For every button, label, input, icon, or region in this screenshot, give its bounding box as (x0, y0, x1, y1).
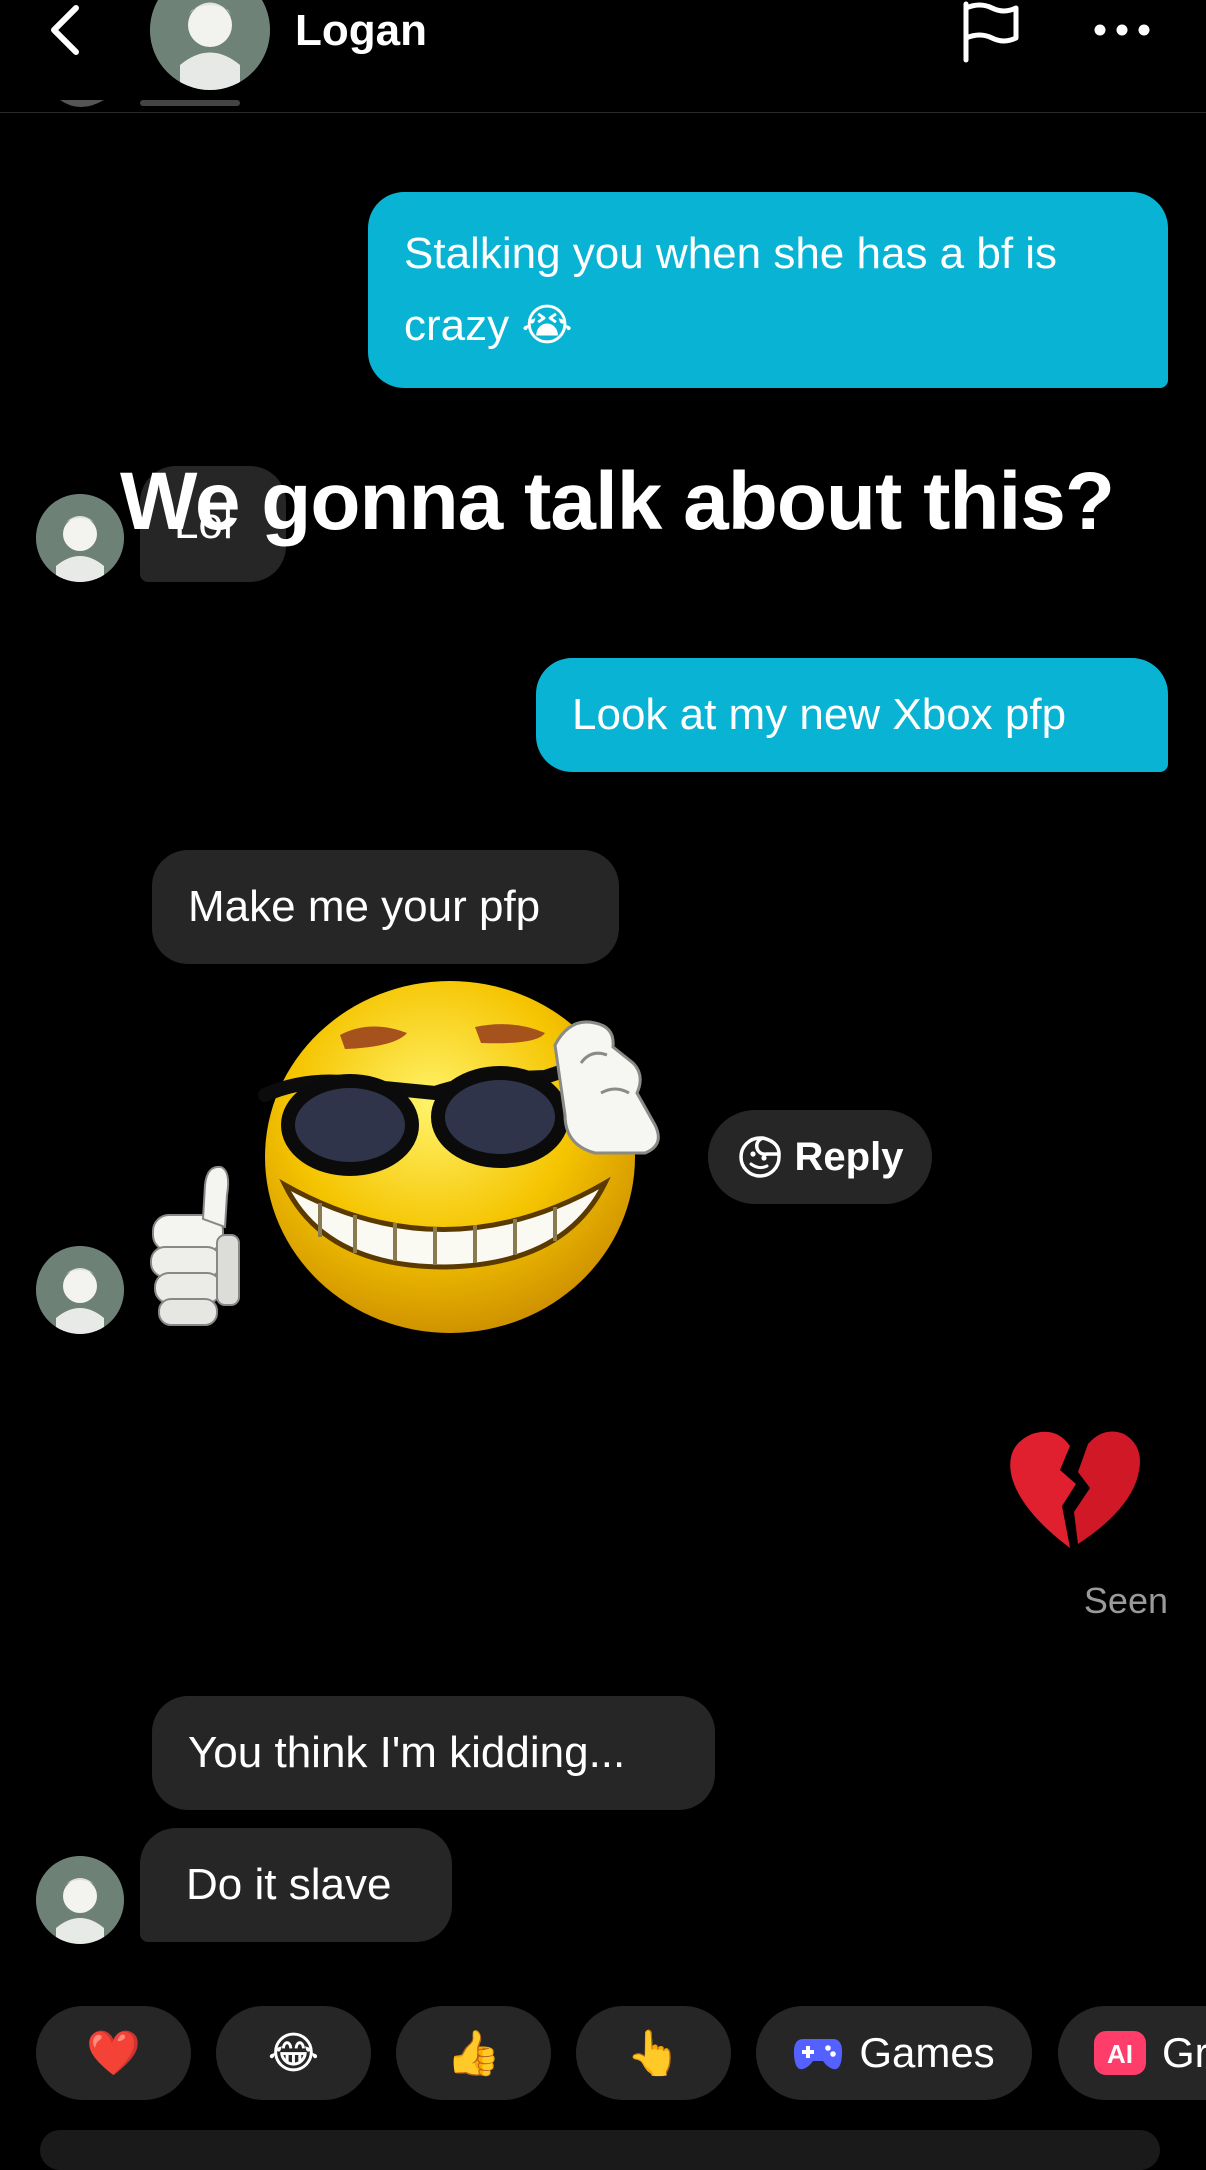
sticker-message[interactable] (145, 975, 690, 1340)
cool-emoji-sticker (150, 981, 660, 1333)
chevron-left-icon (51, 5, 79, 55)
message-text: Do it slave (186, 1860, 392, 1909)
more-options-button[interactable] (1090, 10, 1154, 50)
message-text: Look at my new Xbox pfp (572, 690, 1067, 739)
avatar[interactable] (36, 1856, 124, 1944)
message-bubble-incoming[interactable]: You think I'm kidding... (152, 1696, 715, 1810)
flag-icon (963, 1, 1019, 63)
quick-emoji: 👆 (626, 2029, 681, 2078)
more-horizontal-icon (1094, 24, 1150, 36)
games-label: Games (859, 2029, 995, 2076)
contact-avatar[interactable] (150, 0, 270, 90)
scrolled-content-remnant (60, 100, 240, 118)
back-button[interactable] (40, 0, 90, 60)
ai-button[interactable]: AI Gr (1058, 2006, 1206, 2100)
avatar[interactable] (36, 1246, 124, 1334)
seen-status: Seen (1083, 1580, 1168, 1621)
broken-heart-emoji (1010, 1431, 1140, 1548)
avatar[interactable] (36, 494, 124, 582)
quick-emoji: ❤️ (86, 2029, 141, 2078)
quick-emoji-thumbs-up[interactable]: 👍 (396, 2006, 551, 2100)
ai-label: Gr (1162, 2029, 1206, 2076)
message-text: Make me your pfp (188, 882, 541, 931)
svg-text:AI: AI (1107, 2039, 1133, 2069)
reply-label: Reply (794, 1134, 904, 1179)
quick-reaction-bar: ❤️ 😂 👍 👆 Games AI Gr (36, 2006, 1206, 2100)
quick-emoji-point-up[interactable]: 👆 (576, 2006, 731, 2100)
message-bubble-incoming[interactable]: Make me your pfp (152, 850, 619, 964)
gamepad-icon (794, 2039, 843, 2070)
quick-emoji-heart[interactable]: ❤️ (36, 2006, 191, 2100)
quick-emoji: 👍 (446, 2029, 501, 2078)
message-text: crazy 😭 (404, 301, 573, 350)
message-text: You think I'm kidding... (188, 1728, 626, 1777)
quick-emoji: 😂 (267, 2028, 320, 2078)
message-bubble-outgoing[interactable]: Stalking you when she has a bf is crazy … (368, 192, 1168, 388)
ai-icon: AI (1094, 2031, 1146, 2075)
chat-header: Logan (0, 0, 1206, 113)
message-input-remnant[interactable] (40, 2130, 1160, 2170)
sticker-face-icon (738, 1136, 781, 1178)
contact-name[interactable]: Logan (295, 6, 427, 56)
report-button[interactable] (958, 0, 1022, 64)
emoji-message-outgoing[interactable] (1004, 1420, 1144, 1556)
message-bubble-incoming[interactable]: Do it slave (140, 1828, 452, 1942)
quick-emoji-laugh[interactable]: 😂 (216, 2006, 371, 2100)
reply-button[interactable]: Reply (708, 1110, 932, 1204)
overlay-caption: We gonna talk about this? (120, 456, 1115, 547)
message-text: Stalking you when she has a bf is (404, 229, 1058, 278)
games-button[interactable]: Games (756, 2006, 1032, 2100)
message-bubble-outgoing[interactable]: Look at my new Xbox pfp (536, 658, 1168, 772)
